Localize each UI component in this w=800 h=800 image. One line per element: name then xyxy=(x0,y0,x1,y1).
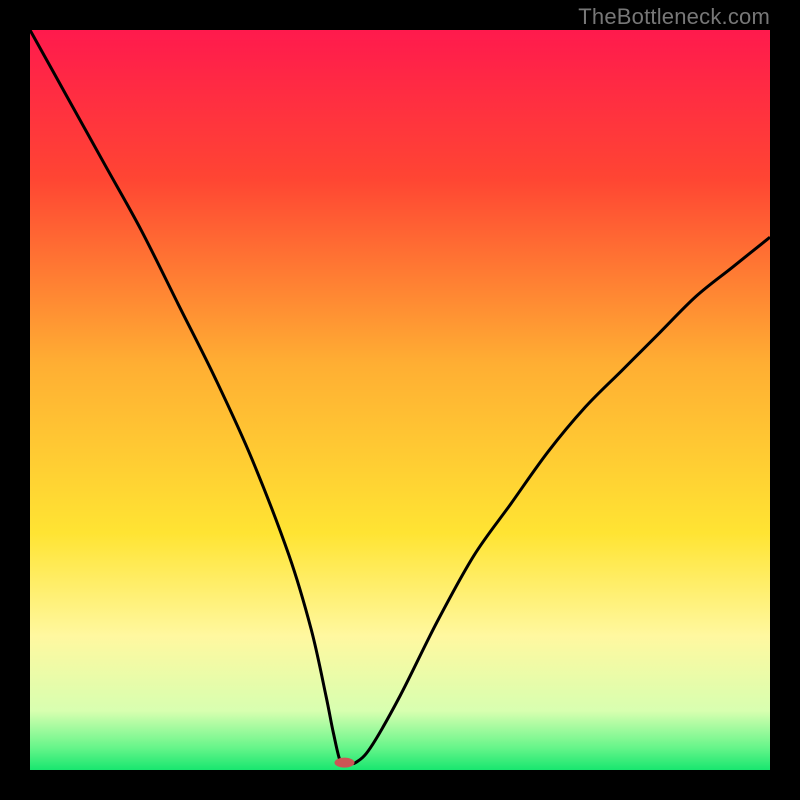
chart-frame: TheBottleneck.com xyxy=(0,0,800,800)
gradient-background xyxy=(30,30,770,770)
chart-plot-area xyxy=(30,30,770,770)
watermark-text: TheBottleneck.com xyxy=(578,4,770,30)
optimal-point-marker xyxy=(335,758,355,768)
bottleneck-chart-svg xyxy=(30,30,770,770)
